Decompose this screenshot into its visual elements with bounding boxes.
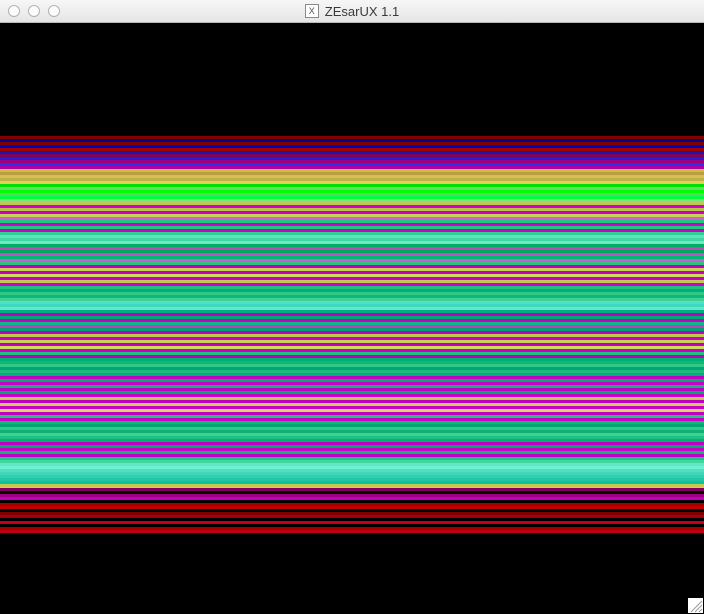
traffic-lights [8,5,60,17]
zoom-button[interactable] [48,5,60,17]
minimize-button[interactable] [28,5,40,17]
window-titlebar[interactable]: X ZEsarUX 1.1 [0,0,704,23]
border-stripes-top [0,136,704,169]
resize-grip[interactable] [688,598,703,613]
border-stripes-bottom [0,488,704,533]
close-button[interactable] [8,5,20,17]
scanline [0,530,704,533]
emulator-display[interactable] [0,23,704,614]
window-title: ZEsarUX 1.1 [325,4,399,19]
display-stripes [0,169,704,490]
x11-icon: X [305,4,319,18]
title-center: X ZEsarUX 1.1 [0,4,704,19]
